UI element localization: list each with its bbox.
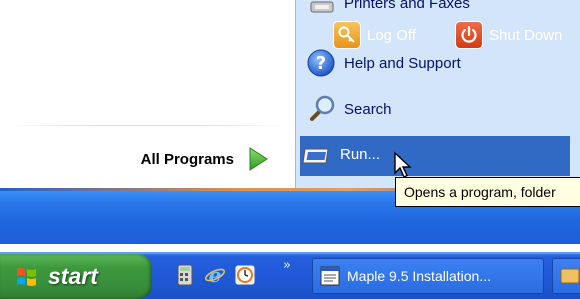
- start-label: start: [48, 263, 98, 289]
- key-icon: [333, 21, 361, 49]
- log-off-label: Log Off: [367, 26, 416, 44]
- search-item[interactable]: Search: [304, 92, 574, 126]
- all-programs-button[interactable]: All Programs: [60, 142, 270, 176]
- search-label: Search: [344, 100, 392, 118]
- printer-icon: [304, 0, 338, 20]
- screen: All Programs Printers and Faxes ? Help a…: [0, 0, 580, 299]
- green-arrow-icon: [249, 147, 268, 171]
- printers-and-faxes-label: Printers and Faxes: [344, 0, 470, 12]
- taskbar-button-second[interactable]: [552, 258, 580, 294]
- shut-down-button[interactable]: Shut Down: [455, 20, 562, 50]
- search-icon: [304, 92, 338, 126]
- start-button[interactable]: start: [0, 254, 152, 299]
- quick-launch-chevron[interactable]: »: [283, 258, 291, 273]
- svg-text:?: ?: [316, 53, 326, 74]
- calculator-icon[interactable]: [172, 262, 198, 288]
- separator: [10, 125, 285, 126]
- run-tooltip: Opens a program, folder: [395, 177, 580, 207]
- help-and-support-item[interactable]: ? Help and Support: [304, 46, 574, 80]
- printers-and-faxes-item[interactable]: Printers and Faxes: [304, 0, 574, 20]
- help-icon: ?: [304, 46, 338, 80]
- internet-explorer-icon[interactable]: e: [202, 262, 228, 288]
- windows-flag-icon: [17, 267, 36, 286]
- application-icon: [560, 268, 580, 284]
- run-item[interactable]: Run...: [300, 137, 570, 171]
- taskbar-button-maple[interactable]: Maple 9.5 Installation...: [312, 258, 544, 294]
- mouse-cursor-icon: [394, 151, 412, 178]
- all-programs-label: All Programs: [140, 150, 234, 168]
- power-icon: [455, 21, 483, 49]
- svg-text:e: e: [209, 264, 222, 286]
- tooltip-text: Opens a program, folder: [404, 184, 556, 200]
- run-icon: [300, 137, 334, 171]
- start-menu-left-column: All Programs: [0, 0, 295, 188]
- clock-icon[interactable]: [232, 262, 258, 288]
- shut-down-label: Shut Down: [489, 26, 563, 44]
- log-off-button[interactable]: Log Off: [333, 20, 416, 50]
- taskbar-button-label: Maple 9.5 Installation...: [347, 268, 491, 284]
- run-label: Run...: [340, 145, 381, 163]
- document-icon: [320, 266, 340, 286]
- help-and-support-label: Help and Support: [344, 54, 461, 72]
